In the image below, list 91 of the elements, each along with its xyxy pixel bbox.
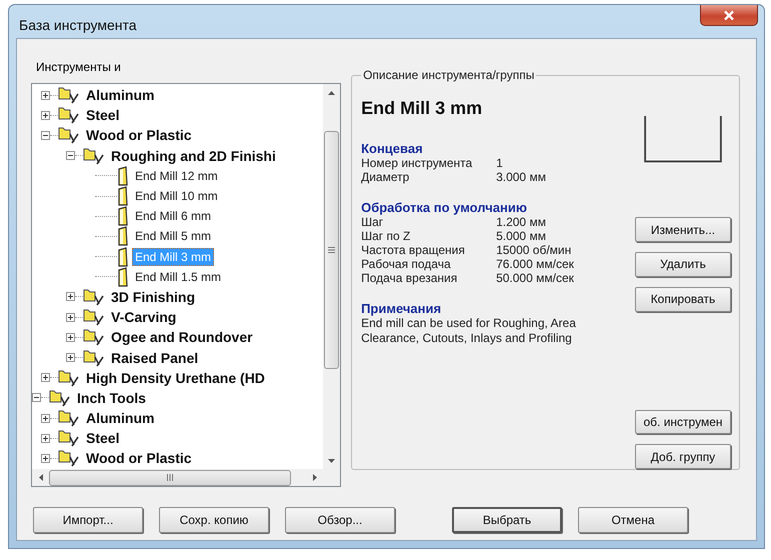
folder-icon xyxy=(58,409,80,428)
expand-icon[interactable] xyxy=(66,312,75,322)
action-button[interactable]: Копировать xyxy=(635,286,731,312)
close-icon xyxy=(723,10,735,20)
add-button[interactable]: об. инструмен xyxy=(635,410,731,434)
property-label: Шаг xyxy=(361,215,384,229)
expand-icon[interactable] xyxy=(66,353,75,362)
folder-icon xyxy=(83,328,105,346)
cutter-icon xyxy=(117,246,129,267)
left-arrow-icon[interactable] xyxy=(38,474,42,481)
dialog-button[interactable]: Импорт... xyxy=(33,507,143,533)
action-button[interactable]: Удалить xyxy=(635,252,731,277)
tree-item[interactable]: End Mill 10 mm xyxy=(132,187,221,206)
property-value: 3.000 мм xyxy=(496,170,546,184)
folder-icon xyxy=(58,106,80,124)
window-title: База инструмента xyxy=(19,17,137,33)
expand-icon[interactable] xyxy=(41,434,50,443)
tree-item[interactable]: Aluminum xyxy=(83,408,158,428)
expand-icon[interactable] xyxy=(41,110,50,120)
tree-label: Инструменты и xyxy=(36,60,121,74)
dialog-button[interactable]: Сохр. копию xyxy=(159,507,269,533)
cutter-icon xyxy=(117,226,129,246)
folder-icon xyxy=(58,86,80,104)
tree-item[interactable]: End Mill 5 mm xyxy=(132,227,214,246)
property-value: 15000 об/мин xyxy=(496,243,572,257)
property-label: Шаг по Z xyxy=(361,229,412,243)
grip-icon xyxy=(167,474,173,481)
folder-icon xyxy=(49,388,71,407)
section-heading: Обработка по умолчанию xyxy=(361,200,528,215)
folder-icon xyxy=(58,368,80,387)
section-heading: Концевая xyxy=(361,141,424,156)
property-label: Рабочая подача xyxy=(361,257,452,271)
property-value: 5.000 мм xyxy=(496,229,546,243)
folder-icon xyxy=(83,288,105,306)
tree-item[interactable]: Ogee and Roundover xyxy=(108,327,256,348)
expand-icon[interactable] xyxy=(66,292,75,302)
tree-item[interactable]: Aluminum xyxy=(83,85,158,106)
folder-icon xyxy=(58,449,80,468)
property-label: Подача врезания xyxy=(361,271,458,285)
tree-item[interactable]: High Density Urethane (HD xyxy=(83,368,268,388)
tree-item[interactable]: Steel xyxy=(83,105,122,126)
tree-item[interactable]: Raised Panel xyxy=(108,348,202,368)
property-label: Диаметр xyxy=(361,170,410,184)
property-value: 50.000 мм/сек xyxy=(496,271,574,285)
dialog-button[interactable]: Обзор... xyxy=(285,507,395,533)
collapse-icon[interactable] xyxy=(66,151,75,160)
property-label: Номер инструмента xyxy=(361,156,474,170)
folder-icon xyxy=(83,146,105,165)
tool-title: End Mill 3 mm xyxy=(361,98,484,119)
close-button[interactable] xyxy=(700,5,758,26)
up-arrow-icon[interactable] xyxy=(328,90,336,94)
panel-legend: Описание инструмента/группы xyxy=(361,68,536,82)
folder-icon xyxy=(58,429,80,448)
dialog-button[interactable]: Выбрать xyxy=(452,507,562,533)
tree-item[interactable]: Wood or Plastic xyxy=(83,125,195,146)
vertical-scrollbar[interactable] xyxy=(323,84,340,469)
tree-item[interactable]: End Mill 12 mm xyxy=(132,166,221,185)
expand-icon[interactable] xyxy=(41,373,50,382)
cutter-icon xyxy=(117,206,129,226)
tree-item[interactable]: 3D Finishing xyxy=(108,286,198,307)
tree-item[interactable]: Roughing and 2D Finishi xyxy=(108,146,279,166)
section-heading: Примечания xyxy=(361,301,442,316)
cutter-icon xyxy=(117,186,129,206)
expand-icon[interactable] xyxy=(41,454,50,463)
right-arrow-icon[interactable] xyxy=(312,474,317,481)
expand-icon[interactable] xyxy=(41,90,50,100)
cutter-icon xyxy=(117,266,129,287)
property-value: 1 xyxy=(496,156,503,170)
collapse-icon[interactable] xyxy=(41,130,50,140)
property-value: 1.200 мм xyxy=(496,215,546,229)
tree-item[interactable]: Steel xyxy=(83,428,122,448)
folder-icon xyxy=(83,348,105,367)
action-button[interactable]: Изменить... xyxy=(635,217,731,242)
tree-item[interactable]: End Mill 1.5 mm xyxy=(132,268,224,286)
tree-item[interactable]: End Mill 6 mm xyxy=(132,207,214,226)
notes-text: End mill can be used for Roughing, Area Clearance, Cutouts, Inlays and Profiling xyxy=(361,316,577,346)
down-arrow-icon[interactable] xyxy=(328,458,336,462)
tree-item[interactable]: Wood or Plastic xyxy=(83,448,195,468)
folder-icon xyxy=(83,308,105,326)
collapse-icon[interactable] xyxy=(32,393,41,402)
dialog-button[interactable]: Отмена xyxy=(578,507,688,533)
expand-icon[interactable] xyxy=(41,414,50,423)
cutter-icon xyxy=(117,166,129,186)
grip-icon xyxy=(328,247,336,253)
add-button[interactable]: Доб. группу xyxy=(635,444,731,470)
tree-item[interactable]: Inch Tools xyxy=(74,388,149,408)
tree-item[interactable]: V-Carving xyxy=(108,307,180,328)
expand-icon[interactable] xyxy=(66,332,75,342)
folder-icon xyxy=(58,126,80,144)
property-value: 76.000 мм/сек xyxy=(496,257,574,271)
property-label: Частота вращения xyxy=(361,243,466,257)
